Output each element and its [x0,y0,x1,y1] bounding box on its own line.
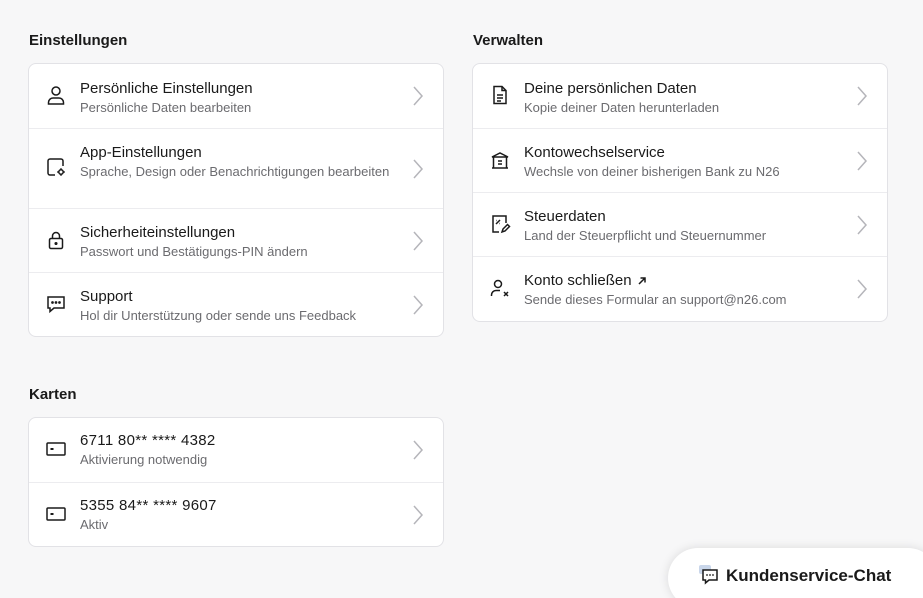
settings-item-title: App-Einstellungen [80,144,202,161]
settings-card: Persönliche Einstellungen Persönliche Da… [28,63,444,337]
settings-item-security[interactable]: Sicherheiteinstellungen Passwort und Bes… [29,209,443,273]
manage-item-account-switch[interactable]: Kontowechselservice Wechsle von deiner b… [473,129,887,193]
manage-item-title: Deine persönlichen Daten [524,80,697,97]
chevron-right-icon [855,278,869,300]
card-number: 6711 80** **** 4382 [80,432,216,449]
manage-item-subtitle: Kopie deiner Daten herunterladen [524,100,720,115]
card-status: Aktiv [80,517,109,532]
settings-item-personal[interactable]: Persönliche Einstellungen Persönliche Da… [29,64,443,129]
manage-item-title: Steuerdaten [524,208,606,225]
manage-item-personal-data[interactable]: Deine persönlichen Daten Kopie deiner Da… [473,64,887,129]
settings-item-subtitle: Persönliche Daten bearbeiten [80,100,252,115]
cards-heading: Karten [29,386,77,403]
manage-item-tax[interactable]: Steuerdaten Land der Steuerpflicht und S… [473,193,887,257]
chevron-right-icon [411,294,425,316]
tax-document-icon [489,213,511,235]
settings-heading: Einstellungen [29,32,128,49]
chevron-right-icon [411,230,425,252]
customer-service-chat-button[interactable]: Kundenservice-Chat [668,548,923,598]
settings-item-subtitle: Passwort und Bestätigungs-PIN ändern [80,244,308,259]
manage-item-title: Kontowechselservice [524,144,665,161]
chat-icon [698,564,720,586]
settings-item-support[interactable]: Support Hol dir Unterstützung oder sende… [29,273,443,336]
chat-bubble-icon [45,293,67,315]
manage-item-close-account[interactable]: Konto schließen Sende dieses Formular an… [473,257,887,321]
manage-card: Deine persönlichen Daten Kopie deiner Da… [472,63,888,322]
app-settings-icon [45,156,67,178]
chevron-right-icon [411,504,425,526]
chevron-right-icon [411,158,425,180]
settings-item-title: Sicherheiteinstellungen [80,224,236,241]
document-icon [489,84,511,106]
settings-item-subtitle: Sprache, Design oder Benachrichtigungen … [80,164,390,179]
chevron-right-icon [411,439,425,461]
manage-item-title: Konto schließen [524,271,787,290]
manage-heading: Verwalten [473,32,544,49]
settings-item-subtitle: Hol dir Unterstützung oder sende uns Fee… [80,308,357,323]
chevron-right-icon [855,85,869,107]
bank-icon [489,149,511,171]
chevron-right-icon [855,214,869,236]
person-icon [45,84,67,106]
card-item[interactable]: 6711 80** **** 4382 Aktivierung notwendi… [29,418,443,483]
external-link-icon [638,277,646,285]
settings-item-app[interactable]: App-Einstellungen Sprache, Design oder B… [29,129,443,209]
close-account-label: Konto schließen [524,272,632,289]
chevron-right-icon [411,85,425,107]
cards-card: 6711 80** **** 4382 Aktivierung notwendi… [28,417,444,547]
lock-icon [45,229,67,251]
card-item[interactable]: 5355 84** **** 9607 Aktiv [29,483,443,546]
settings-item-title: Support [80,288,133,305]
card-icon [45,438,67,460]
manage-item-subtitle: Land der Steuerpflicht und Steuernummer [524,228,767,243]
card-icon [45,503,67,525]
card-status: Aktivierung notwendig [80,452,208,467]
chevron-right-icon [855,150,869,172]
person-remove-icon [489,277,511,299]
chat-label: Kundenservice-Chat [726,566,892,585]
card-number: 5355 84** **** 9607 [80,497,217,514]
manage-item-subtitle: Sende dieses Formular an support@n26.com [524,292,787,307]
manage-item-subtitle: Wechsle von deiner bisherigen Bank zu N2… [524,164,780,179]
settings-item-title: Persönliche Einstellungen [80,80,253,97]
